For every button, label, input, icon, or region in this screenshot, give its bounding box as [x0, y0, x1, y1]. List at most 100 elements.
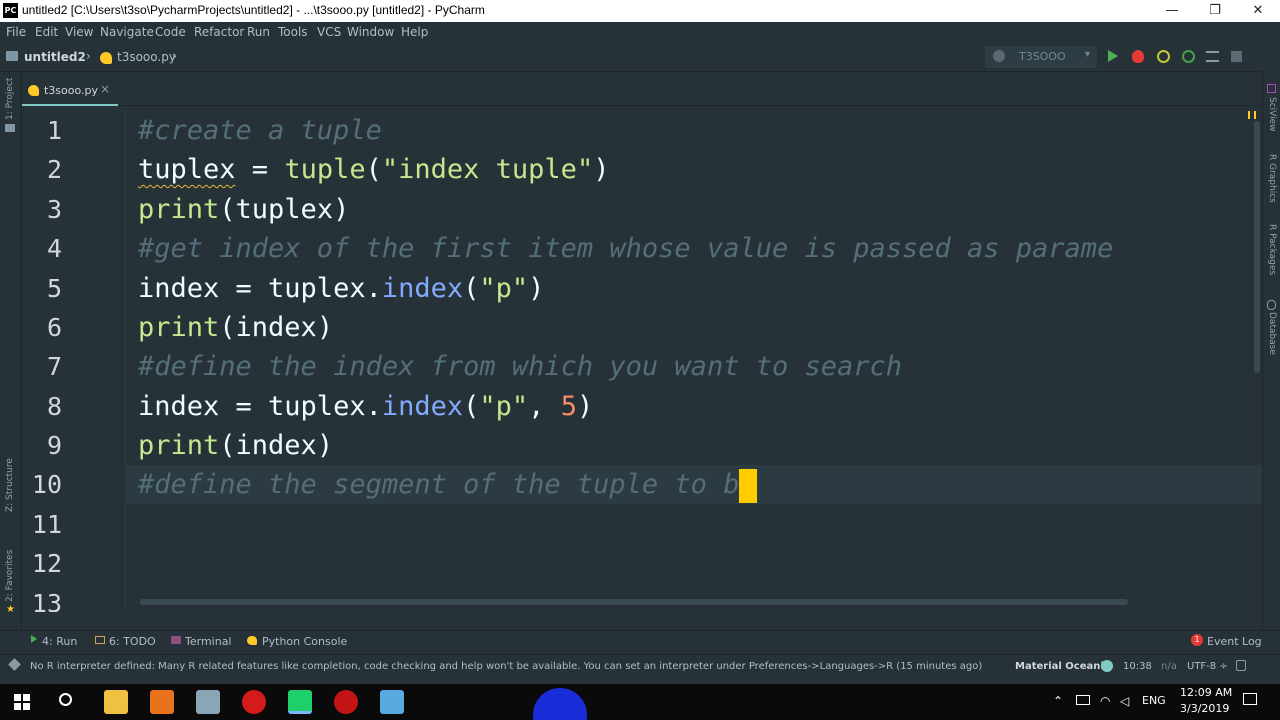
clock-time[interactable]: 12:09 AM — [1180, 686, 1232, 699]
line-number: 2 — [46, 155, 62, 184]
menu-window[interactable]: Window — [347, 25, 394, 39]
pycharm-logo-icon: PC — [3, 3, 18, 18]
sciview-tool-button[interactable]: SciView — [1267, 97, 1277, 132]
theme-indicator[interactable]: Material Oceanic — [1015, 661, 1110, 672]
project-tool-button[interactable]: 1: Project — [5, 78, 15, 120]
caret-position[interactable]: 10:38 — [1123, 661, 1152, 672]
chevron-right-icon: › — [172, 49, 177, 63]
minimize-button[interactable]: — — [1152, 0, 1192, 22]
line-number: 9 — [46, 431, 62, 460]
run-tool-button[interactable]: 4: Run — [42, 635, 77, 648]
arguments: (index) — [219, 312, 334, 343]
menu-vcs[interactable]: VCS — [317, 25, 341, 39]
code-line-5: index = tuplex.index("p") — [138, 269, 544, 308]
close-tab-icon[interactable]: × — [100, 82, 110, 96]
file-explorer-icon[interactable] — [104, 690, 128, 714]
terminal-icon — [171, 636, 181, 644]
notification-center-icon[interactable] — [1243, 693, 1257, 705]
maximize-button[interactable]: ❐ — [1195, 0, 1235, 22]
menu-edit[interactable]: Edit — [35, 25, 58, 39]
file-encoding[interactable]: UTF-8 ÷ — [1187, 661, 1228, 672]
close-window-button[interactable]: ✕ — [1238, 0, 1278, 22]
status-message[interactable]: No R interpreter defined: Many R related… — [30, 661, 982, 672]
theme-dot-icon — [1101, 660, 1113, 672]
inspection-indicator-icon[interactable] — [1248, 111, 1256, 119]
sublime-text-icon[interactable] — [150, 690, 174, 714]
menu-tools[interactable]: Tools — [278, 25, 308, 39]
structure-tool-button[interactable]: Z: Structure — [5, 458, 15, 512]
search-icon[interactable] — [59, 693, 72, 706]
app-icon[interactable] — [380, 690, 404, 714]
chevron-up-icon[interactable]: ⌃ — [1053, 694, 1063, 708]
tab-label: t3sooo.py — [44, 84, 99, 97]
stop-icon[interactable] — [1231, 51, 1242, 62]
menu-code[interactable]: Code — [155, 25, 186, 39]
line-number: 11 — [31, 510, 62, 539]
event-log-tool-button[interactable]: Event Log — [1207, 635, 1262, 648]
menu-navigate[interactable]: Navigate — [100, 25, 154, 39]
code-editor[interactable]: 1 2 3 4 5 6 7 8 9 10 11 12 13 #create a … — [22, 107, 1262, 612]
database-tool-button[interactable]: Database — [1267, 312, 1277, 355]
debug-icon[interactable] — [1132, 50, 1144, 63]
sciview-icon — [1267, 84, 1276, 93]
coverage-icon[interactable] — [1157, 50, 1170, 63]
menu-file[interactable]: File — [6, 25, 26, 39]
paren: ( — [365, 154, 382, 185]
code-line-10: #define the segment of the tuple to b — [138, 465, 758, 504]
tool-windows-bar: 4: Run 6: TODO Terminal Python Console 1… — [0, 630, 1280, 652]
code-line-1: #create a tuple — [138, 111, 382, 150]
menu-help[interactable]: Help — [401, 25, 428, 39]
concurrency-icon[interactable] — [1206, 51, 1219, 62]
battery-icon[interactable] — [1076, 695, 1090, 705]
pycharm-taskbar-icon[interactable] — [288, 690, 312, 714]
line-separator[interactable]: n/a — [1161, 661, 1177, 672]
event-log-badge: 1 — [1191, 634, 1203, 646]
menu-run[interactable]: Run — [247, 25, 270, 39]
recorder-icon[interactable] — [334, 690, 358, 714]
title-bar: PC untitled2 [C:\Users\t3so\PycharmProje… — [0, 0, 1280, 22]
tab-t3sooo-py[interactable]: t3sooo.py × — [22, 76, 118, 106]
left-tool-strip: 1: Project Z: Structure 2: Favorites ★ — [0, 72, 22, 630]
menu-refactor[interactable]: Refactor — [194, 25, 244, 39]
arguments: (index) — [219, 430, 334, 461]
paren: ) — [576, 391, 594, 422]
favorites-tool-button[interactable]: 2: Favorites — [5, 550, 15, 602]
menu-view[interactable]: View — [65, 25, 93, 39]
operator: = — [235, 154, 285, 185]
clock-date[interactable]: 3/3/2019 — [1180, 702, 1229, 715]
opera-icon[interactable] — [242, 690, 266, 714]
wifi-icon[interactable]: ◠ — [1100, 694, 1110, 708]
breadcrumb-file[interactable]: t3sooo.py — [117, 50, 176, 64]
todo-icon — [95, 636, 105, 644]
function-name: print — [138, 430, 220, 461]
horizontal-scrollbar[interactable] — [140, 599, 1128, 605]
line-number: 7 — [46, 352, 62, 381]
app-icon[interactable] — [196, 690, 220, 714]
todo-tool-button[interactable]: 6: TODO — [109, 635, 156, 648]
editor-tab-bar: t3sooo.py × — [22, 76, 1262, 106]
r-graphics-tool-button[interactable]: R Graphics — [1267, 154, 1277, 203]
number-literal: 5 — [560, 391, 577, 422]
window-title: untitled2 [C:\Users\t3so\PycharmProjects… — [22, 3, 485, 17]
function-name: print — [138, 312, 220, 343]
run-config-name: T3SOOO — [1019, 50, 1066, 63]
lock-icon[interactable] — [1236, 660, 1246, 671]
breadcrumb-project[interactable]: untitled2 — [24, 50, 86, 64]
terminal-tool-button[interactable]: Terminal — [185, 635, 232, 648]
windows-start-icon[interactable] — [14, 694, 30, 710]
profile-icon[interactable] — [1182, 50, 1195, 63]
code-line-4: #get index of the first item whose value… — [138, 229, 1113, 268]
language-indicator[interactable]: ENG — [1142, 694, 1166, 707]
folder-icon — [6, 51, 18, 61]
r-packages-tool-button[interactable]: R Packages — [1267, 224, 1277, 275]
run-icon — [31, 635, 37, 643]
python-console-tool-button[interactable]: Python Console — [262, 635, 347, 648]
python-file-icon — [100, 52, 112, 64]
vertical-scrollbar[interactable] — [1254, 121, 1260, 373]
line-number: 1 — [46, 116, 62, 145]
star-icon: ★ — [6, 604, 15, 615]
run-config-select[interactable]: T3SOOO ▾ — [985, 46, 1097, 68]
volume-icon[interactable]: ◁ — [1120, 694, 1129, 708]
line-number: 3 — [46, 195, 62, 224]
run-icon[interactable] — [1108, 50, 1118, 62]
